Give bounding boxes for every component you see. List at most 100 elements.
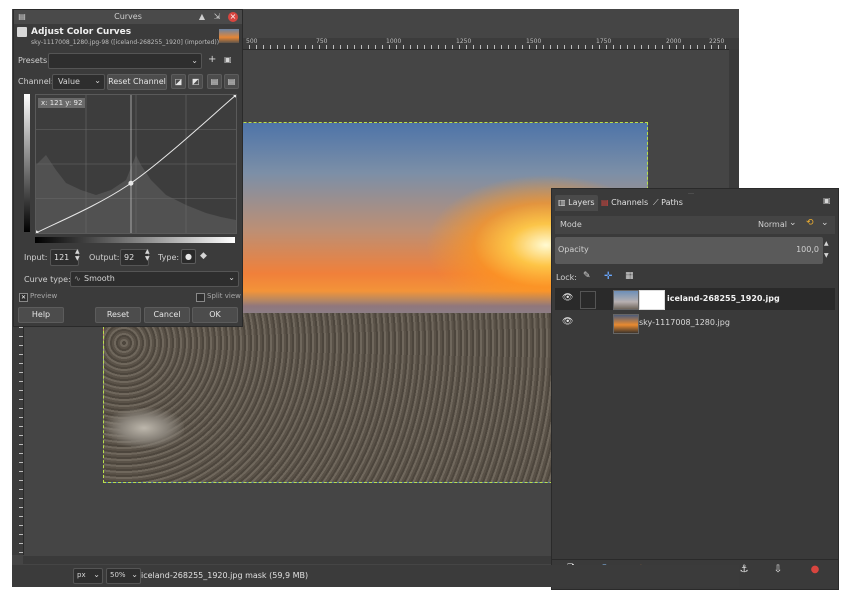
dock-grip[interactable]: …: [688, 189, 702, 196]
preview-checkbox[interactable]: ✕: [19, 293, 28, 302]
dialog-subheading: sky-1117008_1280.jpg-98 ([iceland-268255…: [31, 39, 220, 46]
spin-arrows-icon[interactable]: ▲ ▼: [145, 248, 150, 262]
coord-readout: x: 121 y: 92: [38, 98, 86, 108]
layer-mask-thumbnail[interactable]: [639, 290, 665, 310]
anchor-layer-icon[interactable]: ⚓: [737, 563, 751, 577]
curve-point-mid[interactable]: [128, 180, 134, 186]
delete-layer-icon[interactable]: ●: [808, 563, 822, 577]
ruler-label: 2000: [666, 38, 682, 45]
ruler-label: 2250: [709, 38, 725, 45]
chain-toggle[interactable]: [580, 291, 596, 309]
opacity-value: 100,0: [796, 245, 819, 254]
type-label: Type:: [158, 253, 180, 262]
composite-mode-icon[interactable]: ⟲: [806, 218, 814, 228]
curves-dialog: ▤ Curves ▲ ⇲ × Adjust Color Curves sky-1…: [13, 9, 243, 327]
add-preset-icon[interactable]: +: [208, 54, 216, 65]
tab-label: Paths: [661, 198, 683, 207]
corner-point-icon[interactable]: ◆: [200, 251, 207, 261]
dialog-title: Curves: [114, 12, 142, 21]
chevron-down-icon[interactable]: ⌄: [821, 218, 829, 228]
ruler-label: 750: [316, 38, 328, 45]
lock-alpha-icon[interactable]: ▦: [625, 271, 634, 281]
opacity-slider[interactable]: Opacity 100,0: [555, 237, 823, 264]
mode-label: Mode: [560, 220, 582, 229]
close-icon[interactable]: ×: [228, 12, 238, 22]
visibility-eye-icon[interactable]: 👁: [562, 293, 573, 303]
curves-icon: [17, 27, 27, 37]
preset-menu-icon[interactable]: ▣: [224, 55, 232, 64]
linear-histogram-icon[interactable]: ◪: [171, 74, 186, 89]
lock-label: Lock:: [556, 273, 577, 282]
curve-graph[interactable]: x: 121 y: 92: [35, 94, 237, 234]
layer-row[interactable]: 👁 sky-1117008_1280.jpg: [555, 312, 835, 334]
unit-combo[interactable]: px ⌄: [73, 568, 103, 584]
channel-icon-2[interactable]: ▤: [224, 74, 239, 89]
cancel-button[interactable]: Cancel: [144, 307, 190, 323]
chevron-down-icon: ⌄: [93, 570, 100, 579]
curve-type-combo[interactable]: ∿ Smooth ⌄: [70, 271, 239, 287]
merge-down-icon[interactable]: ⇩: [771, 563, 785, 577]
presets-combo[interactable]: ⌄: [48, 53, 202, 69]
dock-menu-icon[interactable]: ▣: [823, 196, 831, 205]
tab-label: Layers: [568, 198, 595, 207]
layer-name[interactable]: sky-1117008_1280.jpg: [639, 318, 730, 327]
tab-layers[interactable]: ▥ Layers: [555, 195, 598, 211]
navigate-corner-button[interactable]: [729, 38, 739, 49]
spin-arrows-icon[interactable]: ▲ ▼: [824, 238, 829, 262]
log-histogram-icon[interactable]: ◩: [188, 74, 203, 89]
mode-value[interactable]: Normal: [758, 220, 787, 229]
layer-row[interactable]: 👁 iceland-268255_1920.jpg: [555, 288, 835, 310]
boulders: [104, 408, 184, 448]
horizontal-ruler[interactable]: 500 750 1000 1250 1500 1750 2000 2250: [242, 38, 729, 50]
tab-paths[interactable]: ⟋ Paths: [650, 195, 686, 211]
lock-position-icon[interactable]: ✛: [604, 271, 612, 282]
layer-name[interactable]: iceland-268255_1920.jpg: [667, 294, 780, 303]
vertical-ruler[interactable]: [12, 300, 24, 555]
smooth-point-icon[interactable]: ●: [181, 249, 196, 264]
mode-row: Mode Normal ⌄ ⟲ ⌄: [555, 216, 835, 234]
channel-value: Value: [58, 77, 80, 86]
chevron-down-icon: ⌄: [191, 56, 198, 65]
spin-arrows-icon[interactable]: ▲ ▼: [75, 248, 80, 262]
zoom-combo[interactable]: 50% ⌄: [106, 568, 141, 584]
restore-icon[interactable]: ⇲: [212, 12, 222, 22]
status-message: iceland-268255_1920.jpg mask (59,9 MB): [141, 571, 309, 580]
zoom-value: 50%: [110, 571, 126, 579]
chevron-down-icon[interactable]: ⌄: [789, 218, 797, 228]
ok-button[interactable]: OK: [192, 307, 238, 323]
image-thumbnail: [219, 29, 239, 43]
channel-label: Channel:: [18, 77, 54, 86]
tab-channels[interactable]: ▤ Channels: [598, 195, 651, 211]
channels-icon: ▤: [601, 198, 609, 207]
curve-svg: [36, 95, 236, 233]
reset-button[interactable]: Reset: [95, 307, 141, 323]
ruler-ticks: [242, 45, 729, 49]
help-button[interactable]: Help: [18, 307, 64, 323]
presets-label: Presets:: [18, 56, 50, 65]
output-gradient: [24, 94, 30, 232]
reset-channel-button[interactable]: Reset Channel: [107, 74, 167, 90]
dock-footer-divider: [552, 559, 838, 560]
input-label: Input:: [24, 253, 48, 262]
smooth-curve-icon: ∿: [74, 274, 81, 283]
ruler-label: 1500: [526, 38, 542, 45]
layers-icon: ▥: [558, 198, 566, 207]
split-view-label: Split view: [207, 292, 241, 300]
chevron-down-icon: ⌄: [228, 273, 235, 282]
ruler-label: 1250: [456, 38, 472, 45]
dialog-titlebar[interactable]: ▤ Curves ▲ ⇲ ×: [14, 10, 242, 24]
lock-pixels-icon[interactable]: ✎: [583, 271, 591, 281]
preview-label: Preview: [30, 292, 58, 300]
minimize-icon[interactable]: ▲: [197, 12, 207, 22]
channel-icon-1[interactable]: ▤: [207, 74, 222, 89]
chevron-down-icon: ⌄: [94, 76, 101, 85]
layer-thumbnail: [613, 290, 639, 310]
split-view-checkbox[interactable]: [196, 293, 205, 302]
visibility-eye-icon[interactable]: 👁: [562, 317, 573, 327]
ruler-label: 1000: [386, 38, 402, 45]
curve-type-value: Smooth: [84, 274, 115, 283]
ruler-ticks: [19, 300, 23, 555]
tab-label: Channels: [611, 198, 649, 207]
paths-icon: ⟋: [653, 198, 659, 207]
channel-combo[interactable]: Value ⌄: [52, 74, 105, 90]
